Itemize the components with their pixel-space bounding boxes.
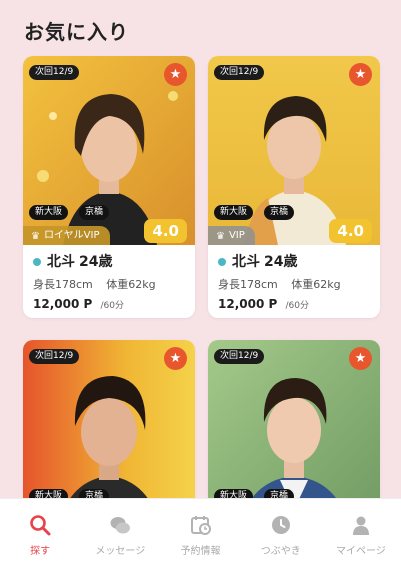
cast-name: 北斗 — [232, 254, 260, 270]
rank-label: VIP — [228, 230, 245, 241]
nav-messages[interactable]: メッセージ — [80, 499, 160, 573]
next-date-badge: 次回12/9 — [29, 349, 80, 364]
cast-card[interactable]: 次回12/9 ★ 新大阪 京橋 — [208, 340, 380, 510]
next-date-badge: 次回12/9 — [214, 65, 265, 80]
cast-card[interactable]: 次回12/9 ★ 新大阪 京橋 ♛ ロイヤルVIP 4.0 北斗 24歳 身長17… — [23, 56, 195, 318]
area-tag: 新大阪 — [214, 205, 254, 220]
nav-label: メッセージ — [95, 546, 146, 557]
rank-label: ロイヤルVIP — [43, 230, 100, 241]
favorite-star-button[interactable]: ★ — [164, 63, 187, 86]
area-tag: 京橋 — [264, 205, 295, 220]
cast-price: 12,000 P — [218, 297, 278, 311]
crown-icon: ♛ — [31, 231, 40, 242]
crown-icon: ♛ — [216, 231, 225, 242]
cast-height: 身長178cm — [218, 278, 278, 291]
nav-label: 予約情報 — [180, 546, 221, 557]
cast-weight: 体重62kg — [291, 278, 341, 291]
cast-card[interactable]: 次回12/9 ★ 新大阪 京橋 — [23, 340, 195, 510]
name-row: 北斗 24歳 — [218, 253, 374, 271]
area-tag: 新大阪 — [29, 205, 69, 220]
favorite-star-button[interactable]: ★ — [349, 347, 372, 370]
body-stats: 身長178cm 体重62kg — [33, 276, 189, 292]
cast-card[interactable]: 次回12/9 ★ 新大阪 京橋 ♛ VIP 4.0 北斗 24歳 身長178cm … — [208, 56, 380, 318]
nav-mypage[interactable]: マイページ — [321, 499, 401, 573]
chat-icon — [110, 517, 131, 534]
nav-reservations[interactable]: 予約情報 — [160, 499, 240, 573]
rating-badge: 4.0 — [329, 219, 372, 243]
price-unit: /60分 — [285, 301, 309, 311]
bottom-nav: 探す メッセージ 予約情報 つぶやき マイページ — [0, 498, 401, 573]
cast-height: 身長178cm — [33, 278, 93, 291]
rating-badge: 4.0 — [144, 219, 187, 243]
cast-info: 北斗 24歳 身長178cm 体重62kg 12,000 P /60分 — [33, 253, 189, 311]
rank-badge: ♛ ロイヤルVIP — [23, 226, 110, 245]
nav-label: マイページ — [336, 546, 386, 557]
cast-age: 24歳 — [79, 254, 113, 270]
name-row: 北斗 24歳 — [33, 253, 189, 271]
cast-info: 北斗 24歳 身長178cm 体重62kg 12,000 P /60分 — [218, 253, 374, 311]
clock-icon — [271, 516, 290, 534]
price-unit: /60分 — [100, 301, 124, 311]
body-stats: 身長178cm 体重62kg — [218, 276, 374, 292]
search-icon — [30, 515, 51, 536]
area-tag: 京橋 — [79, 205, 110, 220]
calendar-clock-icon — [190, 516, 211, 535]
favorite-star-button[interactable]: ★ — [349, 63, 372, 86]
cast-age: 24歳 — [264, 254, 298, 270]
online-status-dot — [33, 258, 41, 266]
price-row: 12,000 P /60分 — [33, 297, 189, 311]
favorites-grid: 次回12/9 ★ 新大阪 京橋 ♛ ロイヤルVIP 4.0 北斗 24歳 身長17… — [0, 0, 401, 572]
next-date-badge: 次回12/9 — [29, 65, 80, 80]
next-date-badge: 次回12/9 — [214, 349, 265, 364]
user-icon — [352, 516, 369, 535]
online-status-dot — [218, 258, 226, 266]
cast-price: 12,000 P — [33, 297, 93, 311]
favorite-star-button[interactable]: ★ — [164, 347, 187, 370]
nav-label: 探す — [30, 546, 51, 557]
rank-badge: ♛ VIP — [208, 226, 255, 245]
cast-weight: 体重62kg — [106, 278, 156, 291]
nav-search[interactable]: 探す — [0, 499, 80, 573]
nav-label: つぶやき — [260, 546, 301, 557]
nav-tweets[interactable]: つぶやき — [241, 499, 321, 573]
price-row: 12,000 P /60分 — [218, 297, 374, 311]
cast-name: 北斗 — [47, 254, 75, 270]
